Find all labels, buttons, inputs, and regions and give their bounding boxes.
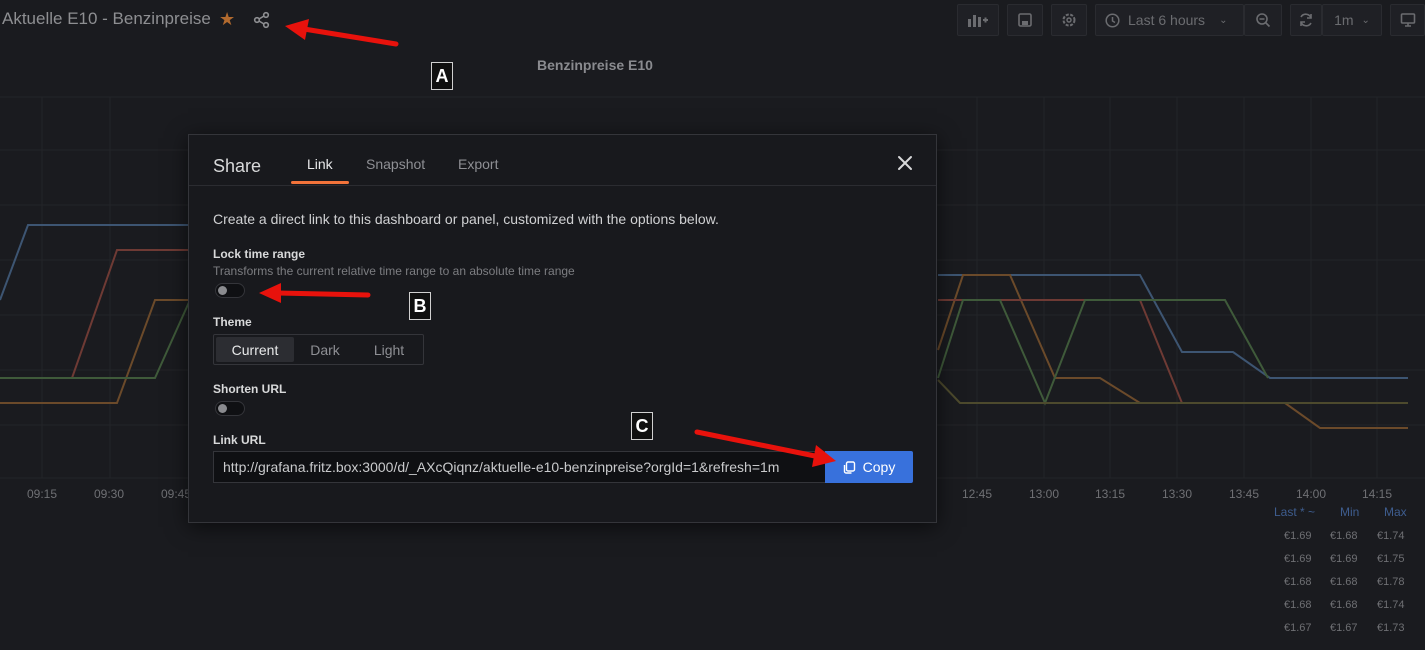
x-axis-label: 13:30	[1162, 487, 1193, 501]
close-icon[interactable]	[895, 153, 915, 173]
lock-time-range-help: Transforms the current relative time ran…	[213, 264, 575, 278]
add-panel-icon	[968, 15, 988, 27]
series-line-red	[0, 249, 190, 379]
legend-header-max[interactable]: Max	[1384, 505, 1407, 519]
toggle-knob	[218, 286, 227, 295]
legend-value: €1.68	[1330, 576, 1358, 588]
legend-value: €1.67	[1330, 622, 1358, 634]
time-range-picker[interactable]: Last 6 hours ⌄	[1095, 4, 1244, 36]
theme-option-current[interactable]: Current	[216, 337, 294, 362]
gear-icon	[1062, 13, 1076, 27]
theme-option-light[interactable]: Light	[356, 337, 422, 362]
star-icon[interactable]: ★	[219, 10, 235, 28]
tab-snapshot[interactable]: Snapshot	[366, 156, 425, 172]
refresh-button[interactable]	[1290, 4, 1322, 36]
theme-label: Theme	[213, 315, 252, 329]
annotation-label-b: B	[409, 292, 431, 320]
legend-value: €1.69	[1284, 530, 1312, 542]
refresh-interval-picker[interactable]: 1m ⌄	[1322, 4, 1382, 36]
active-tab-indicator	[291, 181, 349, 184]
legend-value: €1.74	[1377, 599, 1405, 611]
legend-header-last[interactable]: Last * ~	[1274, 505, 1315, 519]
dashboard-topbar: Aktuelle E10 - Benzinpreise ★ Last 6 hou…	[0, 0, 1425, 40]
series-line-blue-right	[938, 274, 1408, 379]
toggle-knob	[218, 404, 227, 413]
save-dashboard-button[interactable]	[1007, 4, 1043, 36]
legend-value: €1.75	[1377, 553, 1405, 565]
share-description: Create a direct link to this dashboard o…	[213, 211, 719, 227]
save-icon	[1018, 13, 1032, 27]
tv-mode-button[interactable]	[1390, 4, 1425, 36]
refresh-icon	[1300, 13, 1312, 27]
add-panel-button[interactable]	[957, 4, 999, 36]
copy-button[interactable]: Copy	[825, 451, 913, 483]
legend-value: €1.73	[1377, 622, 1405, 634]
x-axis-label: 13:00	[1029, 487, 1060, 501]
x-axis-label: 09:15	[27, 487, 58, 501]
legend-value: €1.67	[1284, 622, 1312, 634]
tab-link[interactable]: Link	[307, 156, 333, 172]
x-axis-label: 09:30	[94, 487, 125, 501]
refresh-interval-label: 1m	[1334, 12, 1354, 28]
legend-value: €1.68	[1330, 530, 1358, 542]
theme-option-dark[interactable]: Dark	[294, 337, 356, 362]
link-url-label: Link URL	[213, 433, 266, 447]
clock-icon	[1105, 12, 1120, 28]
legend-value: €1.68	[1330, 599, 1358, 611]
shorten-url-toggle[interactable]	[215, 401, 245, 416]
share-modal: Share Link Snapshot Export Create a dire…	[188, 134, 937, 523]
x-axis-label: 14:00	[1296, 487, 1327, 501]
series-line-blue	[0, 224, 190, 301]
theme-selector: Current Dark Light	[213, 334, 424, 365]
lock-time-range-label: Lock time range	[213, 247, 306, 261]
share-icon[interactable]	[253, 11, 271, 29]
legend-value: €1.74	[1377, 530, 1405, 542]
zoom-out-icon	[1256, 13, 1271, 28]
modal-title: Share	[213, 156, 262, 176]
x-axis-label: 13:45	[1229, 487, 1260, 501]
settings-button[interactable]	[1051, 4, 1087, 36]
dashboard-title[interactable]: Aktuelle E10 - Benzinpreise	[2, 9, 211, 29]
copy-icon	[843, 460, 855, 474]
link-url-input[interactable]: http://grafana.fritz.box:3000/d/_AXcQiqn…	[213, 451, 826, 483]
monitor-icon	[1400, 13, 1415, 27]
x-axis-label: 13:15	[1095, 487, 1126, 501]
legend-value: €1.78	[1377, 576, 1405, 588]
annotation-label-c: C	[631, 412, 653, 440]
tab-export[interactable]: Export	[458, 156, 498, 172]
series-line-orange-right	[937, 274, 1408, 429]
legend-header-min[interactable]: Min	[1340, 505, 1359, 519]
annotation-label-a: A	[431, 62, 453, 90]
x-axis-label: 14:15	[1362, 487, 1393, 501]
x-axis-label: 09:45	[161, 487, 192, 501]
legend-value: €1.68	[1284, 599, 1312, 611]
panel-title[interactable]: Benzinpreise E10	[537, 57, 653, 73]
legend-value: €1.68	[1284, 576, 1312, 588]
legend-value: €1.69	[1330, 553, 1358, 565]
modal-header: Share Link Snapshot Export	[189, 135, 936, 186]
shorten-url-label: Shorten URL	[213, 382, 287, 396]
zoom-out-button[interactable]	[1244, 4, 1282, 36]
legend-value: €1.69	[1284, 553, 1312, 565]
x-axis-label: 12:45	[962, 487, 993, 501]
copy-label: Copy	[862, 459, 896, 475]
lock-time-range-toggle[interactable]	[215, 283, 245, 298]
chevron-down-icon: ⌄	[1361, 14, 1370, 26]
time-range-label: Last 6 hours	[1128, 12, 1206, 28]
chevron-down-icon: ⌄	[1219, 14, 1228, 26]
